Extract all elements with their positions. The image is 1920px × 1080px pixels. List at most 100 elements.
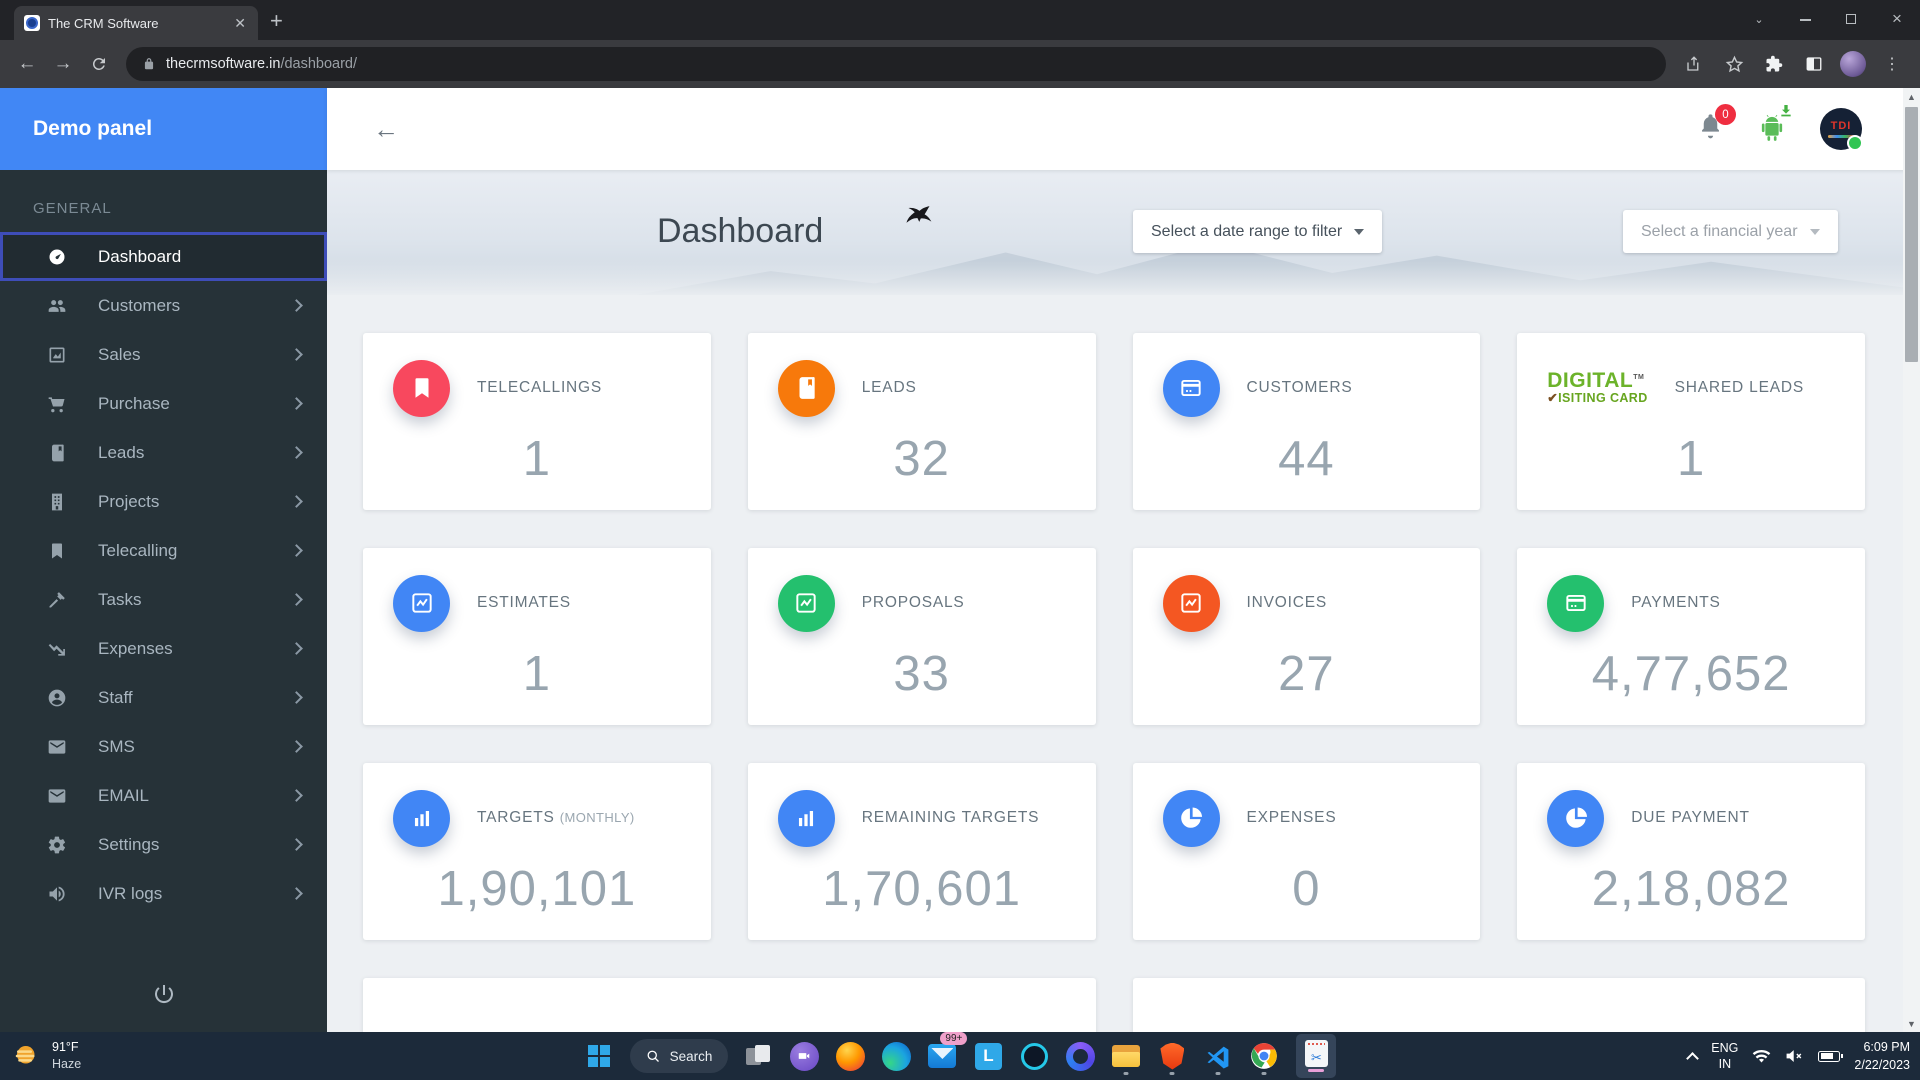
stat-card-payments[interactable]: PAYMENTS 4,77,652	[1517, 548, 1865, 725]
wifi-icon[interactable]	[1752, 1049, 1771, 1064]
card-value: 1	[393, 646, 681, 702]
l-app-button[interactable]: L	[972, 1036, 1004, 1076]
bookmark-star-icon[interactable]	[1716, 47, 1752, 81]
browser-tab[interactable]: The CRM Software ✕	[14, 6, 258, 40]
file-explorer-button[interactable]	[1110, 1036, 1142, 1076]
scroll-down-arrow-icon[interactable]: ▼	[1903, 1015, 1920, 1032]
window-minimize-button[interactable]	[1782, 11, 1828, 27]
stat-card-due-payment[interactable]: DUE PAYMENT 2,18,082	[1517, 763, 1865, 940]
clock-widget[interactable]: 6:09 PM 2/22/2023	[1854, 1038, 1910, 1074]
volume-muted-icon[interactable]	[1785, 1048, 1804, 1064]
stat-card-remaining-targets[interactable]: REMAINING TARGETS 1,70,601	[748, 763, 1096, 940]
financial-year-dropdown[interactable]: Select a financial year	[1623, 210, 1838, 253]
sidebar-item-sales[interactable]: Sales	[0, 330, 327, 379]
book-icon	[778, 360, 835, 417]
building-icon	[47, 492, 67, 512]
chevron-right-icon	[290, 887, 303, 900]
sidebar-item-settings[interactable]: Settings	[0, 820, 327, 869]
stat-card-expenses[interactable]: EXPENSES 0	[1133, 763, 1481, 940]
vscode-button[interactable]	[1202, 1036, 1234, 1076]
card-value: 0	[1163, 861, 1451, 917]
sidebar-item-expenses[interactable]: Expenses	[0, 624, 327, 673]
notifications-button[interactable]: 0	[1697, 113, 1724, 145]
reload-icon[interactable]	[82, 47, 116, 81]
pie-chart-icon	[1163, 790, 1220, 847]
new-tab-button[interactable]: +	[270, 8, 283, 34]
line-chart-icon	[778, 575, 835, 632]
share-icon[interactable]	[1676, 47, 1712, 81]
side-panel-icon[interactable]	[1796, 47, 1832, 81]
tray-chevron-up-icon[interactable]	[1686, 1052, 1699, 1065]
stat-card-estimates[interactable]: ESTIMATES 1	[363, 548, 711, 725]
sidebar-item-dashboard[interactable]: Dashboard	[0, 232, 327, 281]
card-value: 4,77,652	[1547, 646, 1835, 702]
scrollbar-thumb[interactable]	[1905, 107, 1918, 362]
kebab-menu-icon[interactable]: ⋮	[1874, 47, 1910, 81]
sidebar-item-purchase[interactable]: Purchase	[0, 379, 327, 428]
mail-unread-badge: 99+	[940, 1032, 967, 1045]
firefox-button[interactable]	[834, 1036, 866, 1076]
sidebar-item-sms[interactable]: SMS	[0, 722, 327, 771]
url-text: thecrmsoftware.in/dashboard/	[166, 55, 357, 73]
chevron-down-icon	[1354, 229, 1364, 235]
forward-icon[interactable]: →	[46, 47, 80, 81]
chevron-right-icon	[290, 593, 303, 606]
android-app-download-button[interactable]	[1756, 111, 1788, 148]
logout-power-button[interactable]	[0, 964, 327, 1032]
page-title: Dashboard	[657, 211, 823, 250]
edge-button[interactable]	[880, 1036, 912, 1076]
snipping-tool-button[interactable]	[1294, 1036, 1338, 1076]
stat-card-targets[interactable]: TARGETS (MONTHLY) 1,90,101	[363, 763, 711, 940]
page-scrollbar[interactable]: ▲ ▼	[1903, 88, 1920, 1032]
brave-button[interactable]	[1156, 1036, 1188, 1076]
mail-app-button[interactable]: 99+	[926, 1036, 958, 1076]
collapse-sidebar-arrow-icon[interactable]: ←	[373, 114, 399, 145]
sidebar-item-staff[interactable]: Staff	[0, 673, 327, 722]
back-icon[interactable]: ←	[10, 47, 44, 81]
tab-close-icon[interactable]: ✕	[230, 15, 250, 32]
taskbar-search[interactable]: Search	[630, 1039, 729, 1073]
cart-icon	[47, 394, 67, 414]
battery-icon[interactable]	[1818, 1051, 1840, 1062]
sidebar-item-ivr-logs[interactable]: IVR logs	[0, 869, 327, 918]
main-area: ← 0 TDI	[327, 88, 1920, 1032]
brave-lion-icon	[1160, 1043, 1184, 1070]
card-value: 1	[1547, 431, 1835, 487]
sidebar-item-tasks[interactable]: Tasks	[0, 575, 327, 624]
address-bar[interactable]: thecrmsoftware.in/dashboard/	[126, 47, 1666, 81]
scroll-up-arrow-icon[interactable]: ▲	[1903, 88, 1920, 105]
language-switcher[interactable]: ENG IN	[1711, 1040, 1738, 1073]
screen: The CRM Software ✕ + ⌄ × ← → thecrmsoftw…	[0, 0, 1920, 1080]
start-button[interactable]	[582, 1039, 616, 1073]
extensions-puzzle-icon[interactable]	[1756, 47, 1792, 81]
window-close-button[interactable]: ×	[1874, 9, 1920, 29]
browser-tabbar: The CRM Software ✕ + ⌄ ×	[0, 0, 1920, 40]
date-range-filter-dropdown[interactable]: Select a date range to filter	[1133, 210, 1382, 253]
sidebar-item-email[interactable]: EMAIL	[0, 771, 327, 820]
stat-card-proposals[interactable]: PROPOSALS 33	[748, 548, 1096, 725]
stat-card-leads[interactable]: LEADS 32	[748, 333, 1096, 510]
stat-card-invoices[interactable]: INVOICES 27	[1133, 548, 1481, 725]
sidebar-item-projects[interactable]: Projects	[0, 477, 327, 526]
window-menu-chevron-icon[interactable]: ⌄	[1736, 13, 1782, 26]
chrome-button[interactable]	[1248, 1036, 1280, 1076]
alexa-button[interactable]	[1018, 1036, 1050, 1076]
stat-card-customers[interactable]: CUSTOMERS 44	[1133, 333, 1481, 510]
stat-card-telecallings[interactable]: TELECALLINGS 1	[363, 333, 711, 510]
loop-app-button[interactable]	[1064, 1036, 1096, 1076]
chevron-right-icon	[290, 740, 303, 753]
user-avatar[interactable]: TDI	[1820, 108, 1862, 150]
sidebar-item-leads[interactable]: Leads	[0, 428, 327, 477]
browser-profile-avatar[interactable]	[1840, 51, 1866, 77]
weather-widget[interactable]: 91°F Haze	[12, 1039, 81, 1073]
person-circle-icon	[47, 688, 67, 708]
sidebar-item-customers[interactable]: Customers	[0, 281, 327, 330]
video-chat-app-button[interactable]	[788, 1036, 820, 1076]
sidebar-item-telecalling[interactable]: Telecalling	[0, 526, 327, 575]
chevron-right-icon	[290, 348, 303, 361]
stat-card-shared-leads[interactable]: DIGITALTM ✔ISITING CARD SHARED LEADS 1	[1517, 333, 1865, 510]
search-icon	[646, 1049, 661, 1064]
task-view-button[interactable]	[742, 1036, 774, 1076]
window-maximize-button[interactable]	[1828, 11, 1874, 27]
alexa-ring-icon	[1021, 1043, 1048, 1070]
